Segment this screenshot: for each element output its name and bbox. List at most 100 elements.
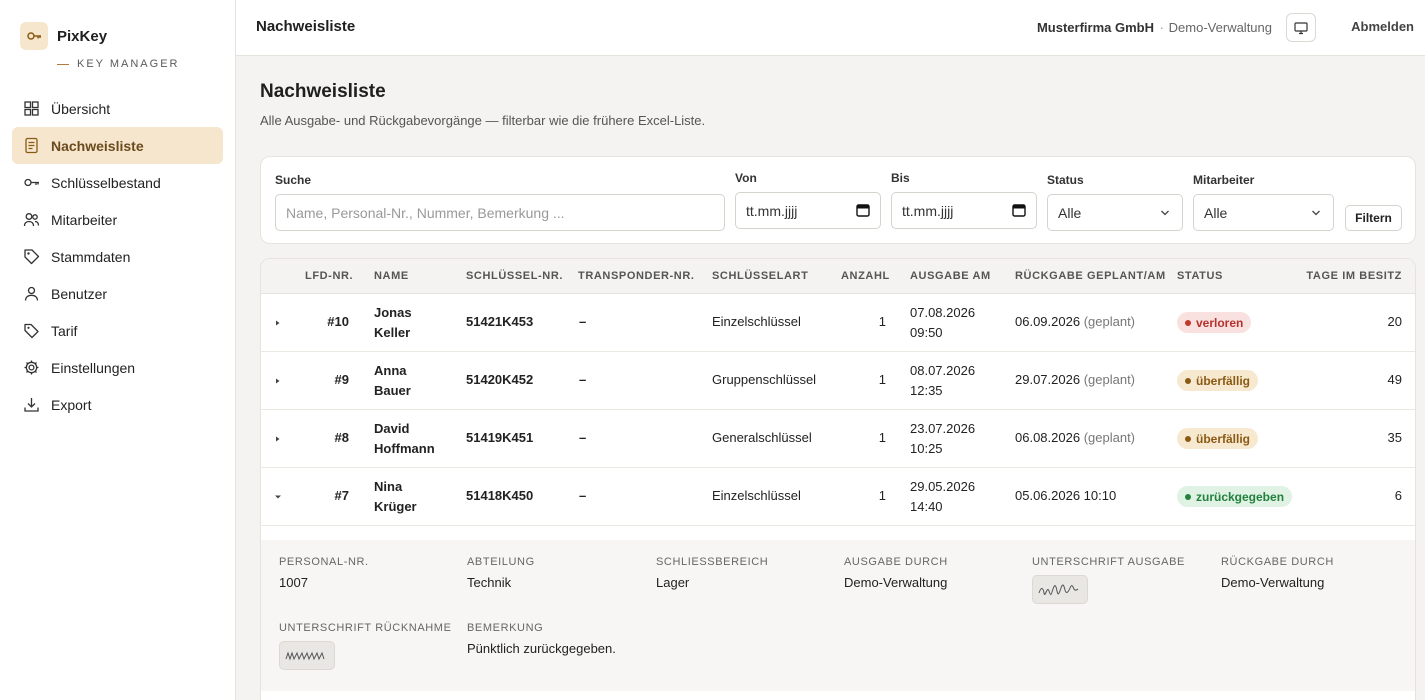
calendar-icon[interactable]: [856, 203, 870, 217]
chevron-down-icon: [1312, 210, 1320, 216]
search-input[interactable]: Name, Personal-Nr., Nummer, Bemerkung ..…: [275, 194, 725, 231]
document-icon: [23, 137, 40, 154]
brand[interactable]: PixKey: [20, 22, 107, 50]
sidebar-item-nachweisliste[interactable]: Nachweisliste: [12, 127, 223, 164]
sidebar-item-uebersicht[interactable]: Übersicht: [12, 90, 223, 127]
column-header[interactable]: TRANSPONDER-NR.: [578, 270, 695, 282]
chevron-down-icon[interactable]: [274, 492, 282, 502]
days-held: 6: [1394, 488, 1402, 503]
sidebar-item-label: Nachweisliste: [51, 137, 144, 154]
chevron-right-icon[interactable]: [274, 376, 282, 386]
chevron-down-icon: [1161, 210, 1169, 216]
date-from-input[interactable]: tt.mm.jjjj: [735, 192, 881, 229]
user-icon: [23, 285, 40, 302]
logout-button[interactable]: Abmelden: [1351, 19, 1414, 34]
table-row[interactable]: #8 David Hoffmann 51419K451 – Generalschl…: [261, 410, 1415, 468]
filter-button[interactable]: Filtern: [1345, 205, 1402, 231]
status-badge: zurückgegeben: [1177, 486, 1293, 507]
transponder-number: –: [579, 430, 587, 445]
days-held: 49: [1387, 372, 1402, 387]
column-header[interactable]: NAME: [374, 270, 409, 282]
return-signature-image[interactable]: [279, 641, 335, 670]
column-header[interactable]: TAGE IM BESITZ: [1306, 270, 1402, 282]
key-number: 51418K450: [466, 488, 534, 503]
sidebar-item-export[interactable]: Export: [12, 386, 223, 423]
table-header: LFD-NR. NAME SCHLÜSSEL-NR. TRANSPONDER-N…: [261, 259, 1415, 294]
page-subtitle: Alle Ausgabe- und Rückgabevorgänge — fil…: [260, 113, 706, 128]
locking-area-label: SCHLIESSBEREICH: [656, 556, 769, 568]
gear-icon: [23, 359, 40, 376]
chevron-right-icon[interactable]: [274, 434, 282, 444]
sidebar-item-benutzer[interactable]: Benutzer: [12, 275, 223, 312]
issued-by-label: AUSGABE DURCH: [844, 556, 948, 568]
topbar: Nachweisliste Musterfirma GmbH · Demo-Ve…: [236, 0, 1425, 56]
sidebar-item-label: Stammdaten: [51, 248, 131, 265]
status-badge: verloren: [1177, 312, 1252, 333]
column-header[interactable]: SCHLÜSSELART: [712, 270, 808, 282]
return-signature-label: UNTERSCHRIFT RÜCKNAHME: [279, 622, 452, 634]
monitor-icon: [1294, 21, 1308, 34]
records-table: LFD-NR. NAME SCHLÜSSEL-NR. TRANSPONDER-N…: [260, 258, 1416, 700]
key-number: 51419K451: [466, 430, 534, 445]
sidebar-item-mitarbeiter[interactable]: Mitarbeiter: [12, 201, 223, 238]
users-icon: [23, 211, 40, 228]
days-held: 20: [1387, 314, 1402, 329]
row-detail-panel: PERSONAL-NR. 1007 ABTEILUNG Technik SCHL…: [261, 540, 1415, 691]
sidebar-item-tarif[interactable]: Tarif: [12, 312, 223, 349]
sidebar-nav: Übersicht Nachweisliste Schlüsselbestand…: [12, 90, 223, 423]
download-icon: [23, 396, 40, 413]
return-date: 05.06.2026 10:10: [1015, 488, 1117, 503]
row-number: #7: [334, 488, 349, 503]
return-date: 06.08.2026 (geplant): [1015, 430, 1136, 445]
issue-datetime: 08.07.2026 12:35: [910, 363, 976, 398]
filter-panel: Suche Name, Personal-Nr., Nummer, Bemerk…: [260, 156, 1416, 244]
sidebar-item-einstellungen[interactable]: Einstellungen: [12, 349, 223, 386]
column-header[interactable]: SCHLÜSSEL-NR.: [466, 270, 563, 282]
locking-area-value: Lager: [656, 575, 690, 590]
sidebar-item-label: Übersicht: [51, 100, 111, 117]
return-date: 06.09.2026 (geplant): [1015, 314, 1136, 329]
signature-icon: [1038, 583, 1079, 595]
row-number: #9: [334, 372, 349, 387]
department-label: ABTEILUNG: [467, 556, 535, 568]
employee-select[interactable]: Alle: [1193, 194, 1334, 231]
column-header[interactable]: AUSGABE AM: [910, 270, 991, 282]
employee-name[interactable]: David Hoffmann: [374, 419, 435, 459]
key-number: 51421K453: [466, 314, 534, 329]
table-row[interactable]: #9 Anna Bauer 51420K452 – Gruppenschlüsse…: [261, 352, 1415, 410]
sidebar-item-stammdaten[interactable]: Stammdaten: [12, 238, 223, 275]
grid-icon: [23, 100, 40, 117]
employee-name[interactable]: Anna Bauer: [374, 361, 411, 401]
issued-by-value: Demo-Verwaltung: [844, 575, 948, 590]
issue-signature-image[interactable]: [1032, 575, 1088, 604]
issue-datetime: 23.07.2026 10:25: [910, 421, 976, 456]
employee-name[interactable]: Jonas Keller: [374, 303, 412, 343]
company-name: Musterfirma GmbH: [1036, 20, 1154, 35]
sidebar-item-label: Einstellungen: [51, 359, 136, 376]
price-tag-icon: [23, 322, 40, 339]
transponder-number: –: [579, 488, 587, 503]
date-to-input[interactable]: tt.mm.jjjj: [891, 192, 1037, 229]
table-row[interactable]: #10 Jonas Keller 51421K453 – Einzelschlüs…: [261, 294, 1415, 352]
employee-name[interactable]: Nina Krüger: [374, 477, 417, 517]
display-mode-button[interactable]: [1286, 13, 1316, 42]
app-tagline: KEY MANAGER: [57, 58, 180, 70]
column-header[interactable]: LFD-NR.: [305, 270, 353, 282]
status-select[interactable]: Alle: [1047, 194, 1183, 231]
status-label: Status: [1047, 173, 1084, 187]
sidebar-item-schluesselbestand[interactable]: Schlüsselbestand: [12, 164, 223, 201]
table-row[interactable]: #7 Nina Krüger 51418K450 – Einzelschlüsse…: [261, 468, 1415, 526]
status-dot: [1185, 377, 1191, 384]
status-dot: [1185, 319, 1191, 326]
calendar-icon[interactable]: [1012, 203, 1026, 217]
column-header[interactable]: STATUS: [1177, 270, 1223, 282]
column-header[interactable]: RÜCKGABE GEPLANT/AM: [1015, 270, 1166, 282]
column-header[interactable]: ANZAHL: [841, 270, 890, 282]
date-to-label: Bis: [891, 171, 910, 185]
app-name: PixKey: [57, 27, 108, 45]
employee-label: Mitarbeiter: [1193, 173, 1255, 187]
chevron-right-icon[interactable]: [274, 318, 282, 328]
key-count: 1: [878, 430, 886, 445]
personal-number-label: PERSONAL-NR.: [279, 556, 369, 568]
date-to-value: tt.mm.jjjj: [902, 202, 954, 219]
